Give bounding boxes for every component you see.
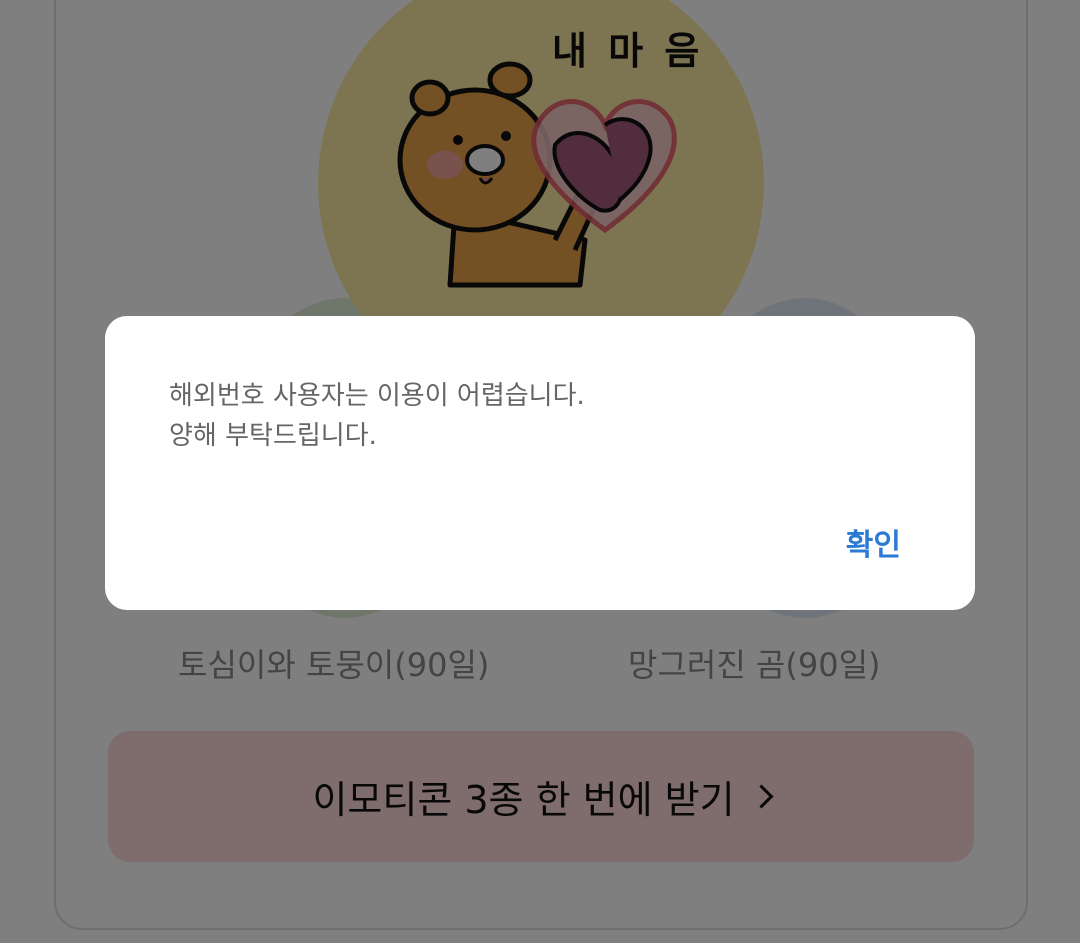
alert-dialog: 해외번호 사용자는 이용이 어렵습니다. 양해 부탁드립니다. 확인	[105, 316, 975, 610]
page: 내 마 음 토심이와 토뭉이(90일) 망그러진 곰(90일) 이모티콘 3종 …	[0, 0, 1080, 943]
dialog-message: 해외번호 사용자는 이용이 어렵습니다. 양해 부탁드립니다.	[169, 376, 585, 456]
confirm-button[interactable]: 확인	[846, 520, 901, 564]
dialog-message-line-1: 해외번호 사용자는 이용이 어렵습니다.	[169, 381, 585, 411]
dialog-message-line-2: 양해 부탁드립니다.	[169, 421, 377, 451]
